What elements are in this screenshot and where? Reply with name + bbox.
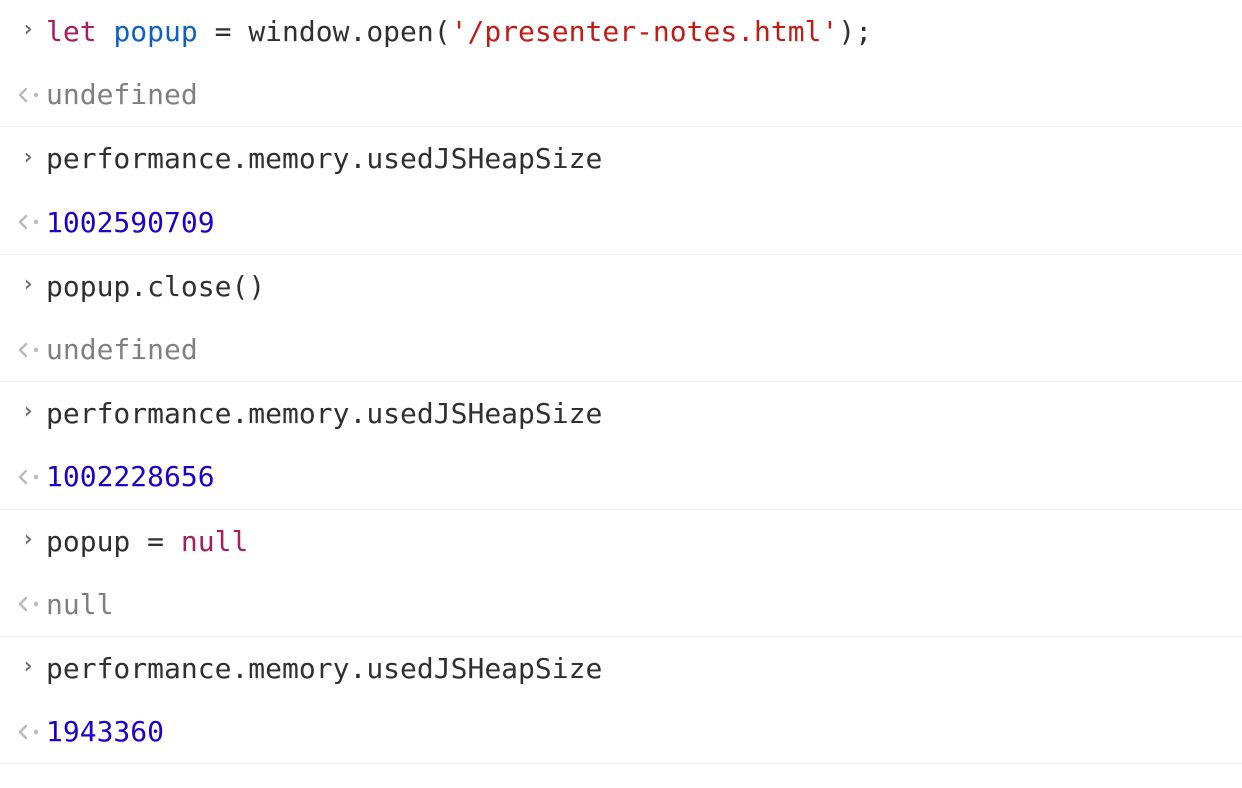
output-return-icon [10, 214, 46, 230]
output-return-icon [10, 469, 46, 485]
console-output-value: 1002590709 [46, 203, 1228, 242]
console-output-value: undefined [46, 330, 1228, 369]
console-output-row: null [0, 573, 1242, 637]
output-return-icon [10, 342, 46, 358]
console-input-row[interactable]: ›popup.close() [0, 255, 1242, 318]
input-prompt-icon: › [10, 653, 46, 684]
console-input-row[interactable]: ›performance.memory.usedJSHeapSize [0, 637, 1242, 700]
console-input-row[interactable]: ›let popup = window.open('/presenter-not… [0, 0, 1242, 63]
input-prompt-icon: › [10, 271, 46, 302]
devtools-console[interactable]: ›let popup = window.open('/presenter-not… [0, 0, 1242, 764]
console-output-row: undefined [0, 318, 1242, 382]
console-output-value: 1002228656 [46, 457, 1228, 496]
console-output-row: 1002590709 [0, 191, 1242, 255]
console-input-code: performance.memory.usedJSHeapSize [46, 649, 1228, 688]
console-output-row: undefined [0, 63, 1242, 127]
console-input-code: popup = null [46, 522, 1228, 561]
console-input-row[interactable]: ›performance.memory.usedJSHeapSize [0, 382, 1242, 445]
console-output-value: null [46, 585, 1228, 624]
console-input-code: performance.memory.usedJSHeapSize [46, 139, 1228, 178]
console-output-value: undefined [46, 75, 1228, 114]
output-return-icon [10, 596, 46, 612]
console-output-value: 1943360 [46, 712, 1228, 751]
input-prompt-icon: › [10, 526, 46, 557]
input-prompt-icon: › [10, 144, 46, 175]
output-return-icon [10, 724, 46, 740]
console-output-row: 1943360 [0, 700, 1242, 764]
console-output-row: 1002228656 [0, 445, 1242, 509]
console-input-code: let popup = window.open('/presenter-note… [46, 12, 1228, 51]
console-input-row[interactable]: ›popup = null [0, 510, 1242, 573]
input-prompt-icon: › [10, 398, 46, 429]
output-return-icon [10, 87, 46, 103]
console-input-code: performance.memory.usedJSHeapSize [46, 394, 1228, 433]
console-input-code: popup.close() [46, 267, 1228, 306]
console-input-row[interactable]: ›performance.memory.usedJSHeapSize [0, 127, 1242, 190]
input-prompt-icon: › [10, 16, 46, 47]
